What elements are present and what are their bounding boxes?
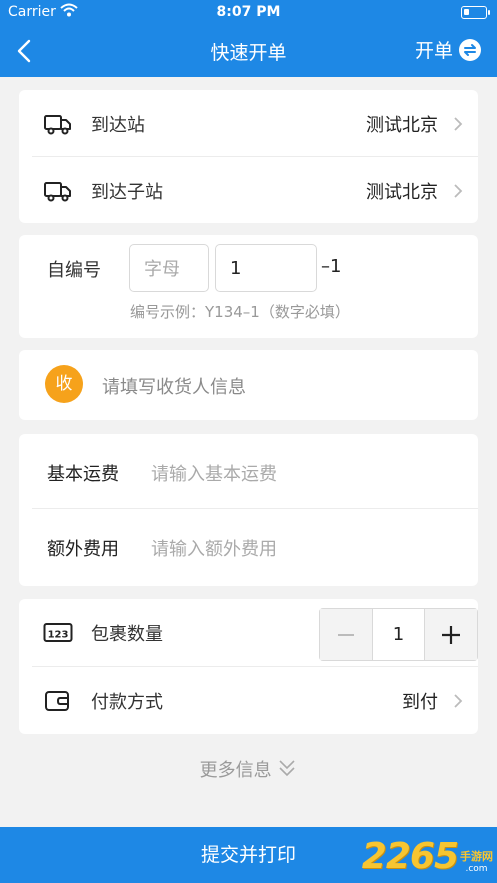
package-count-label: 包裹数量 xyxy=(91,624,163,645)
number-hint: 编号示例：Y134–1（数字必填） xyxy=(130,303,350,321)
truck-icon xyxy=(44,114,71,134)
more-info-label: 更多信息 xyxy=(199,760,272,781)
submit-print-button[interactable]: 提交并打印 2265 手游网 .com xyxy=(0,827,497,883)
number-123-icon: 123 xyxy=(43,623,73,642)
payment-method-value: 到付 xyxy=(402,691,438,713)
self-number-label: 自编号 xyxy=(47,260,101,281)
station-card: 到达站 测试北京 到达子站 测试北京 xyxy=(19,90,478,223)
arrive-station-value: 测试北京 xyxy=(366,114,438,136)
watermark-number: 2265 xyxy=(361,836,459,877)
package-stepper: 1 xyxy=(319,608,478,661)
package-count-row: 123 包裹数量 1 xyxy=(19,599,478,667)
watermark-logo: 2265 手游网 .com xyxy=(362,839,493,875)
plus-icon xyxy=(442,625,460,644)
basic-fee-input[interactable]: 请输入基本运费 xyxy=(151,460,277,486)
status-bar: Carrier 8:07 PM xyxy=(0,0,497,26)
open-order-button[interactable]: 开单 xyxy=(415,36,481,63)
submit-print-label: 提交并打印 xyxy=(200,844,296,866)
increment-button[interactable] xyxy=(425,609,477,660)
swap-icon xyxy=(459,38,481,61)
chevron-right-icon xyxy=(454,693,463,708)
watermark-domain: .com xyxy=(465,864,488,874)
self-number-card: 自编号 字母 1 –1 编号示例：Y134–1（数字必填） xyxy=(19,235,478,338)
receiver-input[interactable]: 请填写收货人信息 xyxy=(102,373,246,399)
extra-fee-input[interactable]: 请输入额外费用 xyxy=(151,535,277,561)
payment-method-row[interactable]: 付款方式 到付 xyxy=(19,667,478,734)
fees-card: 基本运费 请输入基本运费 额外费用 请输入额外费用 xyxy=(19,434,478,586)
package-count-value[interactable]: 1 xyxy=(372,609,425,660)
decrement-button[interactable] xyxy=(320,609,372,660)
letter-input[interactable]: 字母 xyxy=(129,244,209,292)
nav-bar: 快速开单 开单 xyxy=(0,26,497,77)
truck-icon xyxy=(44,181,71,201)
basic-fee-label: 基本运费 xyxy=(47,464,119,485)
payment-method-label: 付款方式 xyxy=(91,691,163,713)
package-card: 123 包裹数量 1 付款方式 到付 xyxy=(19,599,478,734)
receiver-card[interactable]: 收 请填写收货人信息 xyxy=(19,350,478,420)
chevron-right-icon xyxy=(454,116,463,131)
arrive-substation-value: 测试北京 xyxy=(366,181,438,203)
double-chevron-down-icon xyxy=(279,760,295,777)
arrive-station-row[interactable]: 到达站 测试北京 xyxy=(19,90,478,157)
arrive-substation-row[interactable]: 到达子站 测试北京 xyxy=(19,157,478,224)
wallet-icon xyxy=(45,690,69,711)
svg-text:123: 123 xyxy=(48,630,69,641)
header: Carrier 8:07 PM 快速开单 开单 xyxy=(0,0,497,77)
arrive-substation-label: 到达子站 xyxy=(91,181,163,203)
extra-fee-label: 额外费用 xyxy=(47,539,119,560)
receiver-badge: 收 xyxy=(45,365,83,403)
chevron-right-icon xyxy=(454,183,463,198)
minus-icon xyxy=(338,633,354,636)
more-info-toggle[interactable]: 更多信息 xyxy=(0,756,497,782)
open-order-label: 开单 xyxy=(414,40,453,62)
clock: 8:07 PM xyxy=(216,4,281,20)
basic-fee-row: 基本运费 请输入基本运费 xyxy=(19,434,478,509)
arrive-station-label: 到达站 xyxy=(91,114,145,136)
number-suffix: –1 xyxy=(321,256,342,277)
watermark-cn: 手游网 xyxy=(460,850,493,863)
number-input[interactable]: 1 xyxy=(215,244,317,292)
battery-icon xyxy=(461,6,490,19)
extra-fee-row: 额外费用 请输入额外费用 xyxy=(19,509,478,584)
